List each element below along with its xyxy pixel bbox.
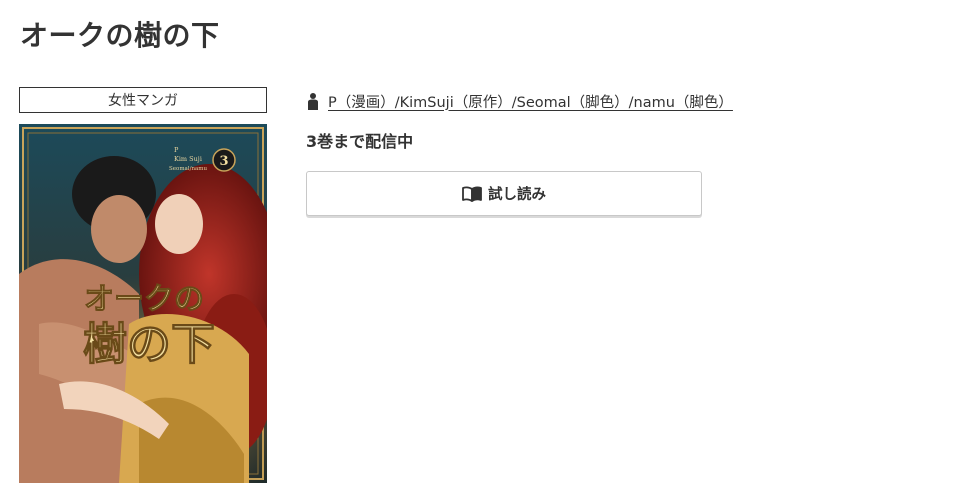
genre-tag[interactable]: 女性マンガ [19,87,267,113]
trial-read-button[interactable]: 試し読み [306,171,702,216]
cover-credit-story: Kim Suji [174,155,202,163]
cover-illustration: オークの 樹の下 P Kim Suji Seomal/namu 3 [19,124,267,483]
page-title: オークの樹の下 [20,19,220,52]
author-credits: P（漫画）/KimSuji（原作）/Seomal（脚色）/namu（脚色） [306,90,733,112]
person-icon [306,92,320,110]
cover-image[interactable]: オークの 樹の下 P Kim Suji Seomal/namu 3 [19,124,267,483]
trial-read-label: 試し読み [488,187,546,203]
volume-status: 3巻まで配信中 [306,132,414,151]
cover-credit-adapt: Seomal/namu [169,166,207,172]
cover-credit-art: P [174,146,179,154]
open-book-icon [462,185,482,202]
cover-volume-badge: 3 [219,154,228,169]
cover-title-line2: 樹の下 [83,319,215,370]
cover-title-line1: オークの [84,282,204,317]
author-link[interactable]: P（漫画）/KimSuji（原作）/Seomal（脚色）/namu（脚色） [328,91,733,112]
